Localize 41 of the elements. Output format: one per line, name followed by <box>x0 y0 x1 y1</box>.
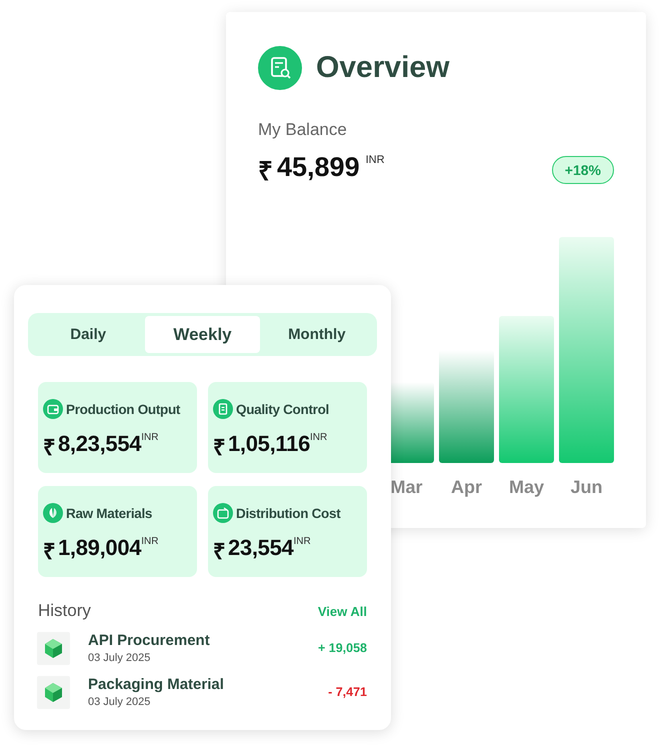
section-title: History <box>38 601 91 621</box>
currency-symbol: ₹ <box>43 538 56 565</box>
currency-symbol: ₹ <box>213 538 226 565</box>
transaction-title: Packaging Material <box>88 676 225 693</box>
month-label: Mar <box>390 477 422 498</box>
transaction-date: 03 July 2025 <box>88 696 152 708</box>
stat-amount: 8,23,554 <box>58 431 142 457</box>
currency-unit: INR <box>141 432 158 443</box>
stat-label: Production Output <box>66 402 180 416</box>
stat-amount: 1,05,116 <box>228 431 310 457</box>
transaction-title: API Procurement <box>88 632 211 649</box>
stat-amount: 1,89,004 <box>58 535 142 561</box>
currency-unit: INR <box>141 536 158 547</box>
wallet-icon <box>43 399 63 419</box>
transaction-date: 03 July 2025 <box>88 652 152 664</box>
currency-unit: INR <box>310 432 328 443</box>
month-label: Jun <box>570 477 602 498</box>
currency-unit: INR <box>366 154 385 166</box>
leaf-icon <box>43 503 63 523</box>
transaction-amount: - 7,471 <box>328 685 367 699</box>
stat-label: Distribution Cost <box>236 506 340 520</box>
period-tab[interactable]: Weekly <box>145 316 260 353</box>
card-title: Overview <box>316 51 450 85</box>
currency-symbol: ₹ <box>258 155 273 188</box>
change-badge: +18% <box>552 156 614 184</box>
transaction-amount: + 19,058 <box>318 641 367 655</box>
currency-unit: INR <box>294 536 311 547</box>
stat-label: Raw Materials <box>66 506 152 520</box>
report-search-icon <box>258 46 302 90</box>
period-tab[interactable]: Daily <box>31 316 146 353</box>
currency-symbol: ₹ <box>213 434 226 461</box>
clipboard-icon <box>213 399 233 419</box>
month-label: Apr <box>451 477 482 498</box>
stat-label: Quality Control <box>236 402 329 416</box>
wallet-icon <box>213 503 233 523</box>
balance-label: My Balance <box>258 120 348 140</box>
balance-amount: 45,899 <box>277 152 360 183</box>
stat-amount: 23,554 <box>228 535 294 561</box>
month-label: May <box>508 477 544 498</box>
period-tab[interactable]: Monthly <box>260 316 374 353</box>
currency-symbol: ₹ <box>43 434 56 461</box>
